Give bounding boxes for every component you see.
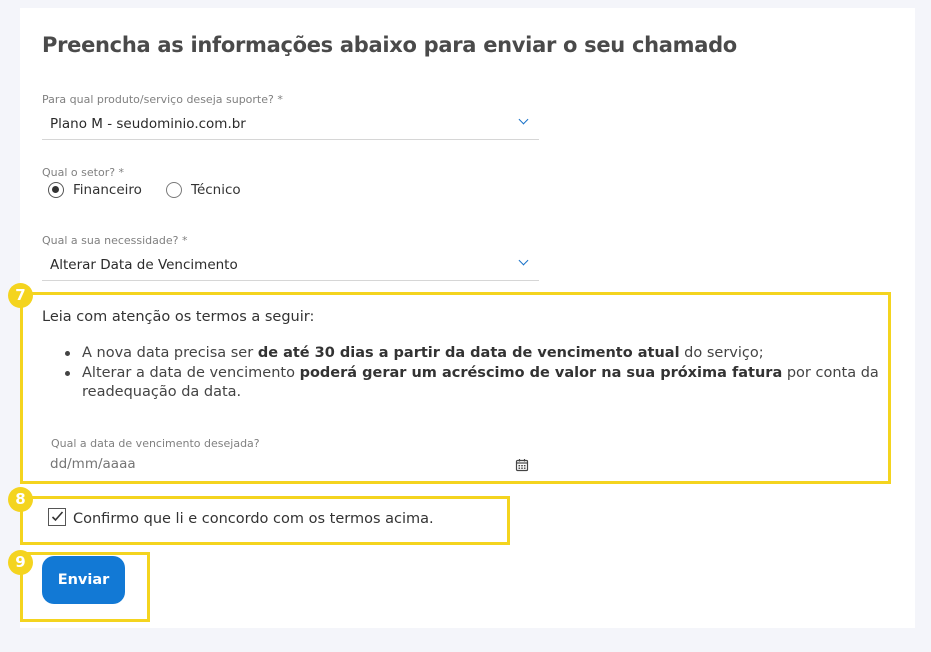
radio-financeiro-label: Financeiro — [73, 182, 142, 198]
sector-field-label: Qual o setor? * — [42, 166, 125, 179]
chevron-down-icon — [518, 255, 529, 266]
need-select[interactable]: Alterar Data de Vencimento — [42, 251, 539, 281]
step-badge-9: 9 — [8, 550, 33, 575]
radio-checked-icon — [48, 182, 64, 198]
confirm-checkbox-label[interactable]: Confirmo que li e concordo com os termos… — [73, 511, 434, 527]
need-select-value: Alterar Data de Vencimento — [50, 257, 238, 273]
terms-list: A nova data precisa ser de até 30 dias a… — [65, 344, 882, 403]
terms-list-item: Alterar a data de vencimento poderá gera… — [65, 364, 882, 403]
due-date-input[interactable] — [50, 454, 538, 474]
terms-heading: Leia com atenção os termos a seguir: — [42, 309, 315, 325]
radio-unchecked-icon — [166, 182, 182, 198]
product-select[interactable]: Plano M - seudominio.com.br — [42, 110, 539, 140]
step-badge-8: 8 — [8, 487, 33, 512]
checkmark-icon — [51, 511, 64, 522]
product-select-value: Plano M - seudominio.com.br — [50, 116, 246, 132]
terms-list-item: A nova data precisa ser de até 30 dias a… — [65, 344, 882, 364]
calendar-icon[interactable] — [515, 457, 529, 472]
step-badge-7: 7 — [8, 283, 33, 308]
product-field-label: Para qual produto/serviço deseja suporte… — [42, 93, 283, 106]
confirm-checkbox[interactable] — [48, 508, 66, 526]
page-title: Preencha as informações abaixo para envi… — [42, 33, 737, 57]
need-field-label: Qual a sua necessidade? * — [42, 234, 188, 247]
submit-button[interactable]: Enviar — [42, 556, 125, 604]
due-date-label: Qual a data de vencimento desejada? — [51, 437, 260, 450]
radio-financeiro[interactable]: Financeiro — [48, 181, 148, 201]
radio-tecnico[interactable]: Técnico — [166, 181, 256, 201]
radio-tecnico-label: Técnico — [191, 182, 241, 198]
chevron-down-icon — [518, 114, 529, 125]
